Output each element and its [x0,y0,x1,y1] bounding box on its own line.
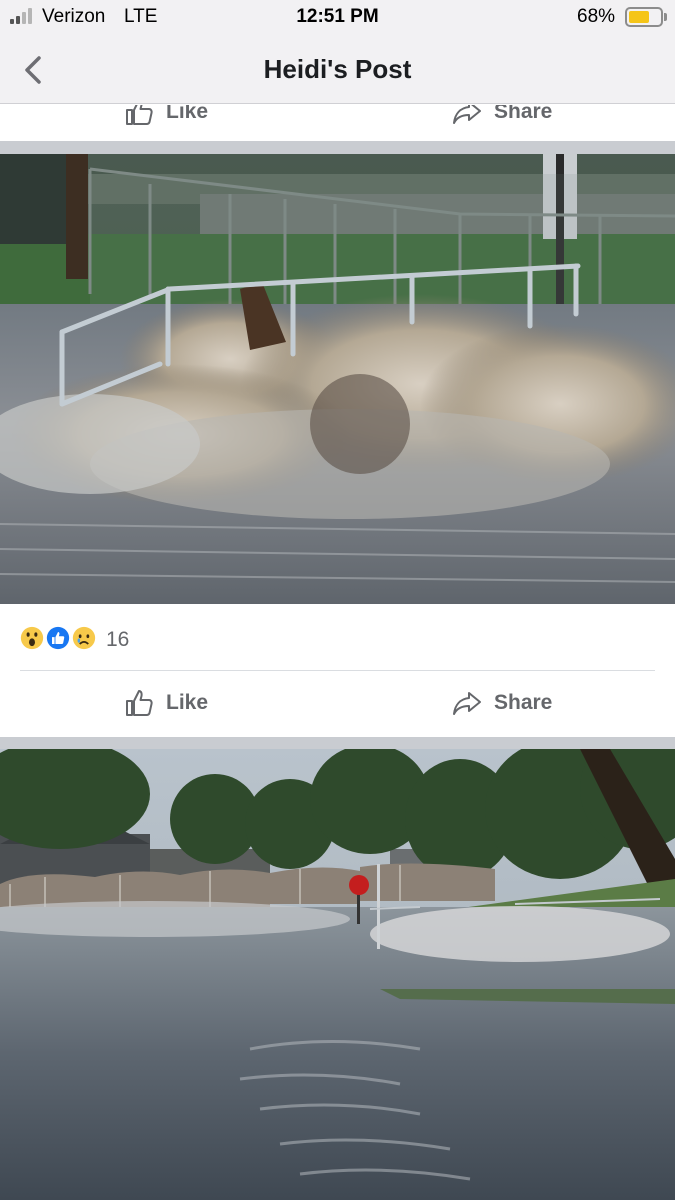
like-reaction-icon [44,624,72,652]
battery-fill [629,11,650,23]
status-bar: Verizon LTE 12:51 PM 68% [0,0,675,36]
share-button[interactable]: Share [452,105,552,127]
clock: 12:51 PM [296,6,379,27]
thumbs-up-icon [126,690,153,716]
thumbs-up-icon [126,105,153,125]
wow-reaction-icon [18,624,46,652]
battery-percent: 68% [577,6,616,27]
battery-cap [664,13,667,21]
action-bar: Like Share [0,671,675,737]
like-button[interactable]: Like [124,105,208,127]
flood-photo-railing[interactable] [0,154,675,604]
flood-photo-street[interactable] [0,749,675,1200]
share-label: Share [494,691,553,714]
reaction-count[interactable]: 16 [106,628,129,652]
like-label: Like [166,105,209,123]
share-label: Share [494,105,553,123]
like-button[interactable]: Like [124,688,208,718]
top-action-bar: Like Share [0,105,675,141]
battery-icon [625,7,663,27]
post-separator [0,141,675,154]
post-separator [0,737,675,749]
reactions-row[interactable]: 16 [0,604,675,670]
share-arrow-icon [453,105,481,124]
share-button[interactable]: Share [452,688,552,718]
page-title: Heidi's Post [263,54,412,84]
sad-reaction-icon [70,624,98,652]
flood-street-image [0,749,675,1200]
navigation-bar: Heidi's Post [0,36,675,104]
like-label: Like [166,691,209,714]
flood-railing-image [0,154,675,604]
share-arrow-icon [453,692,481,715]
